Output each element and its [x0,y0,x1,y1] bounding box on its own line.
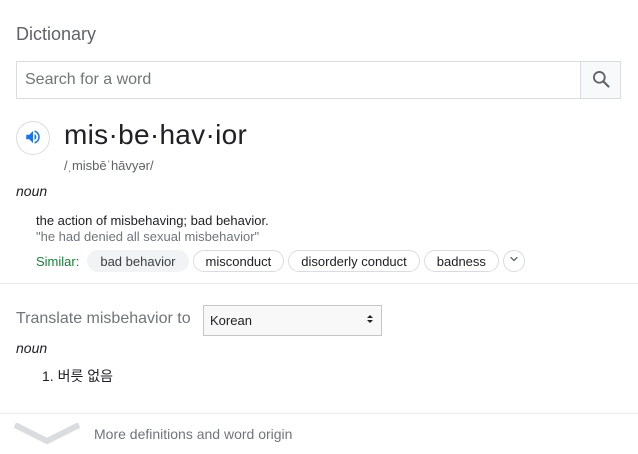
section-divider [0,283,638,284]
headword: mis·be·hav·ior [64,119,248,150]
similar-words-row: Similar: bad behavior misconduct disorde… [36,249,525,273]
phonetic-spelling: /ˌmisbēˈhāvyər/ [64,158,154,173]
language-select-value: Korean [210,313,252,328]
speaker-icon [24,128,42,149]
more-similar-button[interactable] [502,250,525,272]
translate-label: Translate misbehavior to [16,310,191,327]
translation-part-of-speech: noun [16,340,48,356]
search-icon [591,69,611,92]
search-input[interactable] [17,62,580,98]
part-of-speech: noun [16,183,48,199]
chevron-down-icon [13,422,81,450]
similar-chip-bad-behavior[interactable]: bad behavior [87,250,189,272]
similar-label: Similar: [36,253,80,269]
search-button[interactable] [580,62,620,98]
language-select[interactable]: Korean [203,305,382,336]
chevron-down-icon [508,252,520,270]
search-box [16,61,621,99]
definition-text: the action of misbehaving; bad behavior. [36,213,269,228]
more-definitions-link[interactable]: More definitions and word origin [0,414,638,454]
similar-chip-misconduct[interactable]: misconduct [192,250,285,272]
example-sentence: "he had denied all sexual misbehavior" [36,229,260,244]
translation-item: 1. 버릇 없음 [42,368,113,384]
pronunciation-button[interactable] [16,121,50,155]
select-arrows-icon [365,313,375,328]
more-definitions-text: More definitions and word origin [94,426,293,442]
similar-chip-badness[interactable]: badness [423,250,499,272]
similar-chip-disorderly-conduct[interactable]: disorderly conduct [288,250,420,272]
card-title: Dictionary [16,24,97,44]
